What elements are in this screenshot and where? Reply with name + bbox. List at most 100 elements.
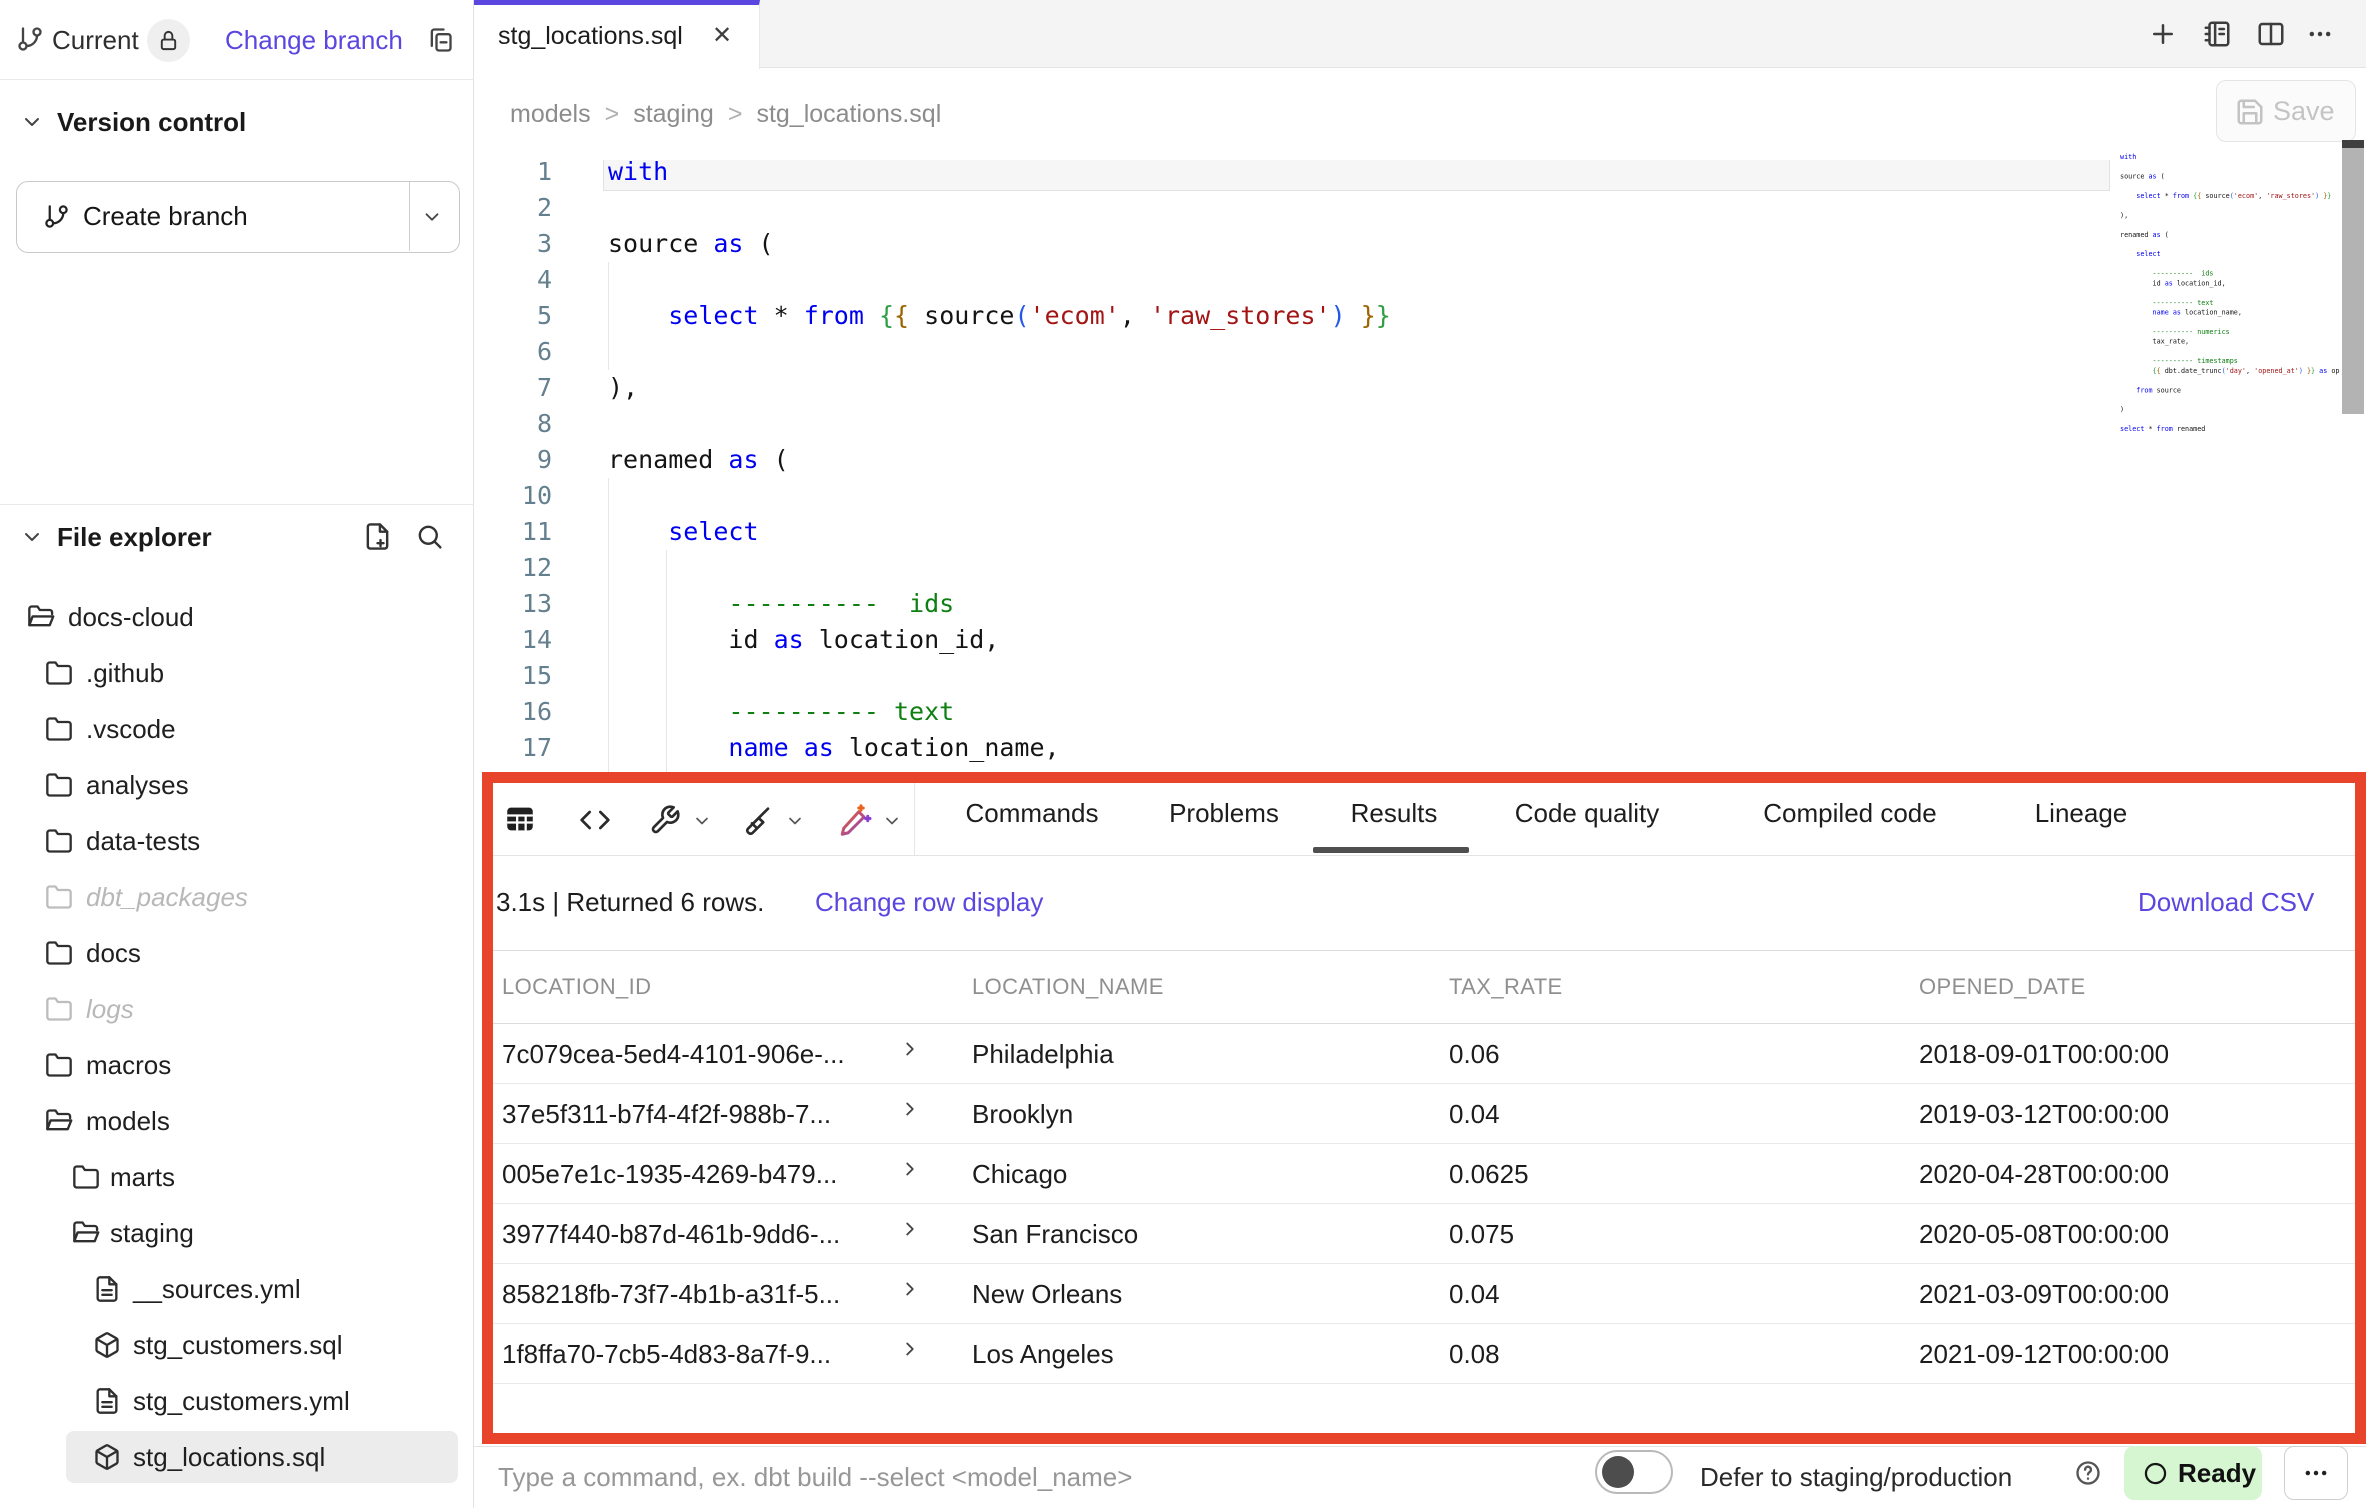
folder-icon: [45, 771, 73, 799]
tree-item-docs[interactable]: docs: [0, 927, 474, 979]
line-number: 2: [474, 190, 578, 226]
tree-item-analyses[interactable]: analyses: [0, 759, 474, 811]
more-options-icon[interactable]: [2306, 20, 2334, 48]
code-line: source as (: [608, 226, 774, 262]
new-tab-icon[interactable]: [2148, 19, 2178, 49]
notebook-icon[interactable]: [2202, 19, 2232, 49]
minimap[interactable]: withsource as ( select * from {{ source(…: [2120, 152, 2340, 444]
command-input[interactable]: Type a command, ex. dbt build --select <…: [498, 1446, 1132, 1508]
breadcrumb-segment[interactable]: models: [510, 100, 591, 128]
panel-tab-code-quality[interactable]: Code quality: [1515, 772, 1660, 855]
tree-item-label: dbt_packages: [86, 871, 248, 923]
defer-toggle[interactable]: [1595, 1450, 1673, 1494]
code-line: select * from {{ source('ecom', 'raw_sto…: [608, 298, 1391, 334]
table-cell: Chicago: [972, 1144, 1067, 1204]
chevron-right-icon[interactable]: [899, 1158, 921, 1180]
chevron-right-icon[interactable]: [899, 1218, 921, 1240]
table-cell: 005e7e1c-1935-4269-b479...: [502, 1144, 837, 1204]
line-number: 10: [474, 478, 578, 514]
code-editor[interactable]: 1234567891011121314151617 withsource as …: [474, 160, 2366, 772]
new-file-icon[interactable]: [363, 522, 392, 551]
change-branch-link[interactable]: Change branch: [225, 0, 403, 80]
magic-pencil-icon[interactable]: [837, 802, 873, 838]
panel-tab-problems[interactable]: Problems: [1169, 772, 1279, 855]
minimap-line: select: [2120, 249, 2340, 259]
split-pane-icon[interactable]: [2256, 19, 2286, 49]
create-branch-dropdown-icon[interactable]: [421, 206, 443, 228]
minimap-line: with: [2120, 152, 2340, 162]
tree-item-stg-customers-yml[interactable]: stg_customers.yml: [0, 1375, 474, 1427]
tree-item-docs-cloud[interactable]: docs-cloud: [0, 591, 474, 643]
help-icon[interactable]: [2074, 1459, 2102, 1487]
breadcrumb-segment[interactable]: staging: [633, 100, 714, 128]
magic-pencil-dropdown-icon[interactable]: [882, 811, 902, 831]
wrench-dropdown-icon[interactable]: [692, 811, 712, 831]
search-icon[interactable]: [415, 522, 444, 551]
git-branch-icon: [16, 25, 44, 53]
table-cell: 0.0625: [1449, 1144, 1529, 1204]
breadcrumb: models>staging>stg_locations.sql: [510, 68, 941, 160]
tree-item-models[interactable]: models: [0, 1095, 474, 1147]
change-row-display-link[interactable]: Change row display: [815, 876, 1043, 928]
tree-item-dbt-packages[interactable]: dbt_packages: [0, 871, 474, 923]
tree-item-label: docs-cloud: [68, 591, 194, 643]
chevron-right-icon[interactable]: [899, 1098, 921, 1120]
tree-item--sources-yml[interactable]: __sources.yml: [0, 1263, 474, 1315]
tree-item-data-tests[interactable]: data-tests: [0, 815, 474, 867]
divider: [493, 855, 2355, 856]
minimap-line: source as (: [2120, 171, 2340, 181]
more-actions-button[interactable]: [2284, 1446, 2348, 1500]
tree-item-label: models: [86, 1095, 170, 1147]
table-cell: Brooklyn: [972, 1084, 1073, 1144]
tree-item-stg-locations-sql[interactable]: stg_locations.sql: [0, 1431, 474, 1483]
chevron-right-icon[interactable]: [899, 1278, 921, 1300]
tree-item--vscode[interactable]: .vscode: [0, 703, 474, 755]
broom-dropdown-icon[interactable]: [785, 811, 805, 831]
line-number: 17: [474, 730, 578, 766]
broom-icon[interactable]: [742, 804, 774, 836]
tree-item-macros[interactable]: macros: [0, 1039, 474, 1091]
line-number: 8: [474, 406, 578, 442]
column-header-location_id: LOCATION_ID: [502, 950, 651, 1023]
panel-tab-lineage[interactable]: Lineage: [2035, 772, 2128, 855]
version-control-chevron-icon[interactable]: [20, 110, 44, 134]
tree-item--github[interactable]: .github: [0, 647, 474, 699]
file-explorer-chevron-icon[interactable]: [20, 525, 44, 549]
minimap-line: from source: [2120, 385, 2340, 395]
table-row: 3977f440-b87d-461b-9dd6-...San Francisco…: [474, 1204, 2366, 1264]
code-icon[interactable]: [578, 804, 612, 836]
tree-item-logs[interactable]: logs: [0, 983, 474, 1035]
close-tab-icon[interactable]: ✕: [712, 5, 732, 67]
chevron-right-icon[interactable]: [899, 1338, 921, 1360]
tree-item-label: docs: [86, 927, 141, 979]
tab-stg-locations[interactable]: stg_locations.sql ✕: [474, 0, 760, 69]
folder-icon: [45, 827, 73, 855]
minimap-line: ---------- numerics: [2120, 327, 2340, 337]
minimap-line: [2120, 376, 2340, 386]
table-icon[interactable]: [502, 802, 538, 836]
create-branch-button[interactable]: Create branch: [16, 181, 460, 253]
copy-icon[interactable]: [426, 26, 454, 54]
minimap-line: [2120, 220, 2340, 230]
download-csv-link[interactable]: Download CSV: [2138, 876, 2314, 928]
save-button[interactable]: Save: [2216, 80, 2356, 142]
tree-item-label: marts: [110, 1151, 175, 1203]
tree-item-staging[interactable]: staging: [0, 1207, 474, 1259]
file-explorer-title: File explorer: [57, 511, 212, 563]
wrench-icon[interactable]: [649, 804, 681, 836]
breadcrumb-segment[interactable]: stg_locations.sql: [756, 100, 941, 128]
scrollbar-thumb[interactable]: [2342, 148, 2364, 414]
git-branch-icon: [43, 203, 70, 230]
tree-item-stg-customers-sql[interactable]: stg_customers.sql: [0, 1319, 474, 1371]
save-label: Save: [2273, 81, 2335, 141]
tree-item-marts[interactable]: marts: [0, 1151, 474, 1203]
panel-tab-results[interactable]: Results: [1351, 772, 1438, 855]
table-cell: 1f8ffa70-7cb5-4d83-8a7f-9...: [502, 1324, 831, 1384]
minimap-line: [2120, 201, 2340, 211]
button-divider: [409, 182, 410, 251]
panel-tab-compiled-code[interactable]: Compiled code: [1763, 772, 1936, 855]
chevron-right-icon[interactable]: [899, 1038, 921, 1060]
panel-tab-commands[interactable]: Commands: [966, 772, 1099, 855]
breadcrumb-separator: >: [728, 100, 743, 128]
table-cell: 2018-09-01T00:00:00: [1919, 1024, 2169, 1084]
